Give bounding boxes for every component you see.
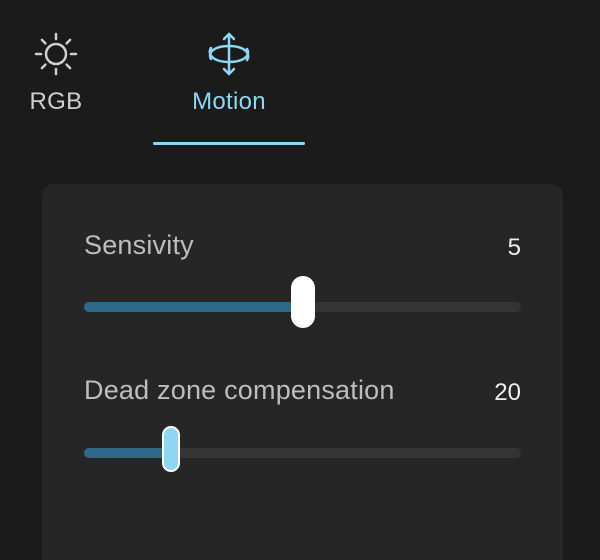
tab-rgb[interactable]: RGB	[6, 0, 106, 116]
settings-card: Sensivity 5 Dead zone compensation 20	[42, 184, 563, 560]
active-tab-indicator	[153, 142, 305, 145]
motion-settings-screen: RGB Motion Sensivity 5 Dead zone compens…	[0, 0, 600, 560]
dead-zone-slider-fill	[84, 448, 172, 458]
dead-zone-slider[interactable]	[84, 426, 521, 472]
dead-zone-slider-thumb[interactable]	[162, 426, 181, 472]
sun-icon	[34, 32, 78, 76]
sensitivity-slider-fill	[84, 302, 303, 312]
dead-zone-label: Dead zone compensation	[84, 375, 395, 405]
sensitivity-slider[interactable]	[84, 276, 521, 328]
sensitivity-slider-thumb[interactable]	[290, 276, 315, 328]
tab-motion[interactable]: Motion	[153, 0, 305, 116]
sensitivity-value: 5	[507, 234, 521, 261]
tab-rgb-label: RGB	[29, 88, 83, 115]
rotate-arrows-icon	[208, 32, 250, 76]
dead-zone-value: 20	[494, 379, 521, 406]
tab-motion-label: Motion	[192, 88, 266, 115]
sensitivity-label: Sensivity	[84, 230, 194, 260]
